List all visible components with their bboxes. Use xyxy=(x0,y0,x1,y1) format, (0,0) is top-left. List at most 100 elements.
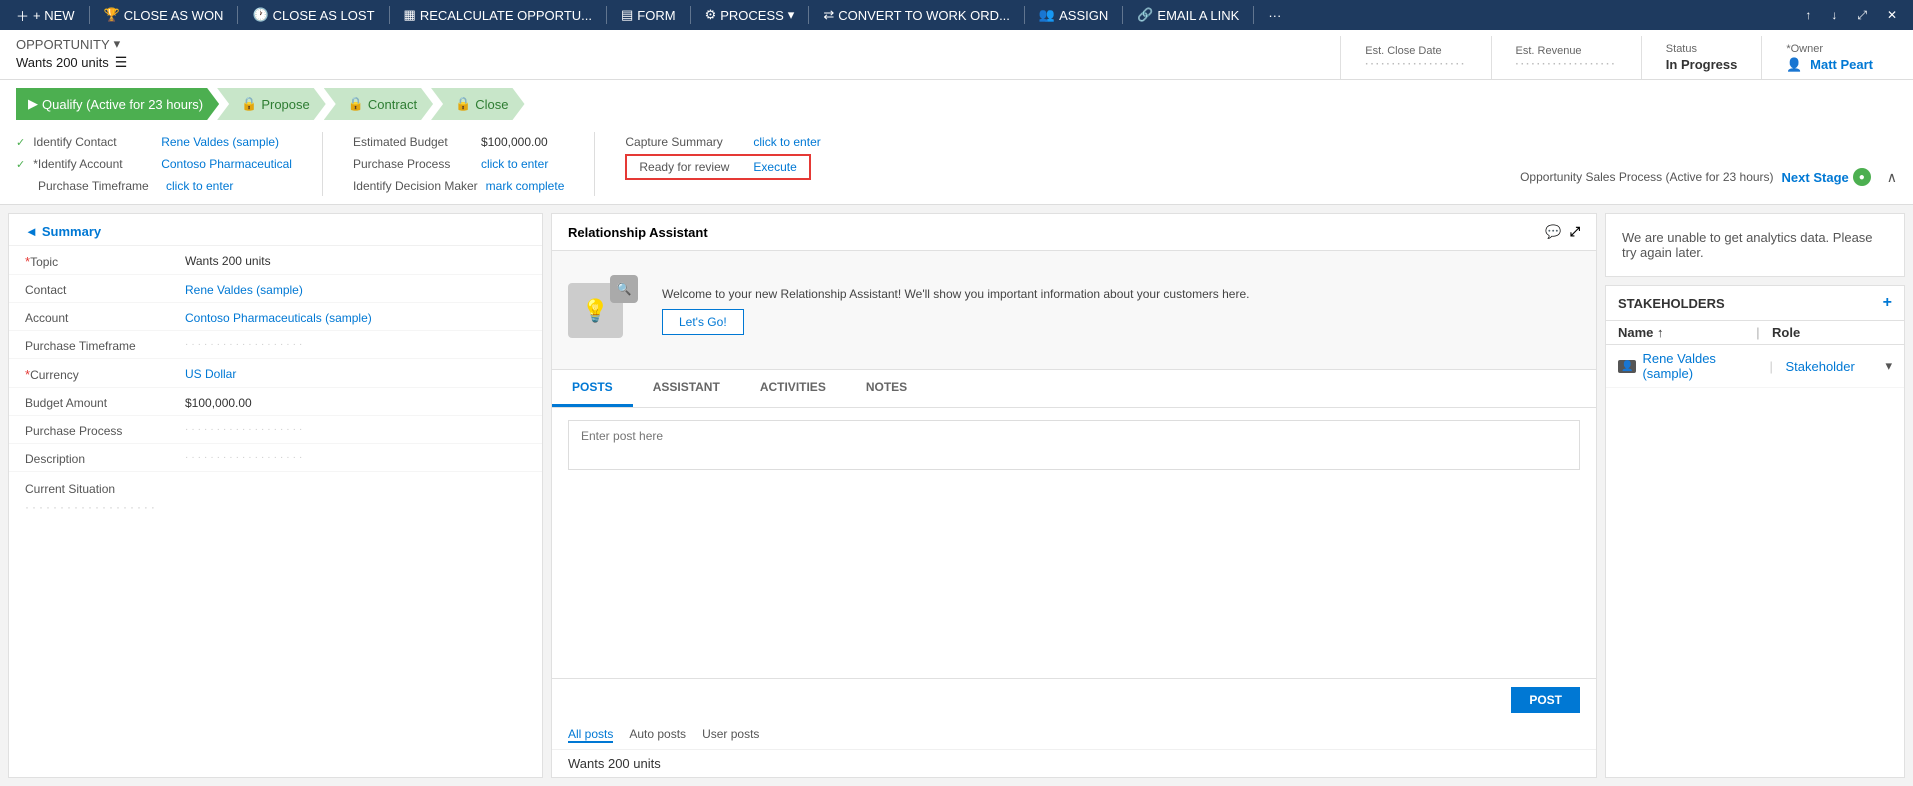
email-link-button[interactable]: 🔗 EMAIL A LINK xyxy=(1129,0,1247,30)
form-row-contact: Contact Rene Valdes (sample) xyxy=(9,275,542,303)
expand-icon[interactable]: ⤢ xyxy=(1570,224,1580,240)
close-as-won-button[interactable]: 🏆 CLOSE AS WON xyxy=(96,0,232,30)
chevron-left-icon: ◄ xyxy=(25,224,38,239)
collapse-button[interactable]: ∧ xyxy=(1887,169,1897,186)
form-row-description: Description ··················· xyxy=(9,444,542,472)
stage-row-ready-review: Ready for review Execute xyxy=(625,154,820,180)
assistant-small-icon: 🔍 xyxy=(610,275,638,303)
flag-icon: ▶ xyxy=(28,96,38,112)
post-input[interactable] xyxy=(568,420,1580,470)
entity-label: OPPORTUNITY ▾ xyxy=(16,36,1340,52)
toolbar-separator-3 xyxy=(389,6,390,24)
main-content: ◄ Summary *Topic Wants 200 units Contact… xyxy=(0,205,1913,778)
link-icon: 🔗 xyxy=(1137,7,1153,23)
convert-button[interactable]: ⇄ CONVERT TO WORK ORD... xyxy=(815,0,1018,30)
add-stakeholder-button[interactable]: + xyxy=(1883,294,1892,312)
name-col-header[interactable]: Name ↑ xyxy=(1618,325,1756,340)
toolbar-separator-9 xyxy=(1253,6,1254,24)
record-header: OPPORTUNITY ▾ Wants 200 units ☰ Est. Clo… xyxy=(0,30,1913,80)
form-row-purchase-timeframe: Purchase Timeframe ··················· xyxy=(9,331,542,359)
stage-row-identify-contact: ✓ Identify Contact Rene Valdes (sample) xyxy=(16,132,292,152)
stage-contract[interactable]: 🔒 Contract xyxy=(324,88,433,120)
filter-all-posts[interactable]: All posts xyxy=(568,727,613,743)
process-button[interactable]: ⚙ PROCESS ▾ xyxy=(697,0,803,30)
stakeholder-name-cell: 👤 Rene Valdes (sample) xyxy=(1618,351,1769,381)
stage-row-est-budget: Estimated Budget $100,000.00 xyxy=(353,132,564,152)
recalculate-button[interactable]: ▦ RECALCULATE OPPORTU... xyxy=(396,0,600,30)
form-icon: ▤ xyxy=(621,7,633,23)
ready-for-review-box: Ready for review Execute xyxy=(625,154,810,180)
stakeholder-name[interactable]: Rene Valdes (sample) xyxy=(1642,351,1769,381)
left-panel: ◄ Summary *Topic Wants 200 units Contact… xyxy=(8,213,543,778)
stage-row-purchase-process: Purchase Process click to enter xyxy=(353,154,564,174)
tab-activities[interactable]: ACTIVITIES xyxy=(740,370,846,407)
process-icon: ⚙ xyxy=(705,7,717,23)
summary-section-title: ◄ Summary xyxy=(9,214,542,246)
status-field: Status In Progress xyxy=(1641,36,1762,79)
relationship-assistant-body: 💡 🔍 Welcome to your new Relationship Ass… xyxy=(552,251,1596,370)
expand-button[interactable]: ⤢ xyxy=(1849,6,1875,25)
person-icon: 👤 xyxy=(1618,360,1636,373)
lets-go-button[interactable]: Let's Go! xyxy=(662,309,744,335)
stakeholder-role-cell: Stakeholder xyxy=(1785,359,1885,374)
assistant-text-area: Welcome to your new Relationship Assista… xyxy=(662,285,1580,335)
toolbar-separator-7 xyxy=(1024,6,1025,24)
assistant-icon-area: 💡 🔍 xyxy=(568,275,638,345)
post-button[interactable]: POST xyxy=(1511,687,1580,713)
tab-posts[interactable]: POSTS xyxy=(552,370,633,407)
est-revenue-field: Est. Revenue ··················· xyxy=(1491,36,1641,79)
posts-filter-row: All posts Auto posts User posts xyxy=(552,721,1596,750)
post-btn-row: POST xyxy=(552,679,1596,721)
stage-col-2: Estimated Budget $100,000.00 Purchase Pr… xyxy=(322,132,594,196)
toolbar-separator-8 xyxy=(1122,6,1123,24)
row-dropdown-icon[interactable]: ▾ xyxy=(1885,358,1892,374)
stage-qualify[interactable]: ▶ Qualify (Active for 23 hours) xyxy=(16,88,219,120)
next-stage-button[interactable]: Next Stage ● xyxy=(1782,168,1871,186)
role-col-header[interactable]: Role xyxy=(1772,325,1872,340)
stage-bar: ▶ Qualify (Active for 23 hours) 🔒 Propos… xyxy=(16,88,1897,120)
down-button[interactable]: ↓ xyxy=(1823,6,1845,24)
posts-preview: Wants 200 units xyxy=(552,750,1596,777)
execute-button[interactable]: Execute xyxy=(753,160,796,174)
stage-col-1: ✓ Identify Contact Rene Valdes (sample) … xyxy=(16,132,322,196)
menu-icon[interactable]: ☰ xyxy=(115,54,128,71)
close-window-button[interactable]: ✕ xyxy=(1879,6,1905,24)
more-button[interactable]: ··· xyxy=(1260,0,1289,30)
tab-notes[interactable]: NOTES xyxy=(846,370,927,407)
form-row-currency: *Currency US Dollar xyxy=(9,359,542,388)
stage-propose[interactable]: 🔒 Propose xyxy=(217,88,326,120)
stakeholder-row: 👤 Rene Valdes (sample) | Stakeholder ▾ xyxy=(1606,345,1904,388)
tab-assistant[interactable]: ASSISTANT xyxy=(633,370,740,407)
assign-button[interactable]: 👥 ASSIGN xyxy=(1031,0,1116,30)
assign-icon: 👥 xyxy=(1039,7,1055,23)
toolbar: ＋ + NEW 🏆 CLOSE AS WON 🕐 CLOSE AS LOST ▦… xyxy=(0,0,1913,30)
stage-row-identify-account: ✓ *Identify Account Contoso Pharmaceutic… xyxy=(16,154,292,174)
relationship-assistant-header: Relationship Assistant 💬 ⤢ xyxy=(552,214,1596,251)
up-button[interactable]: ↑ xyxy=(1797,6,1819,24)
spacer xyxy=(851,132,1520,196)
clock-icon: 🕐 xyxy=(252,7,268,23)
row-separator: | xyxy=(1769,359,1777,374)
filter-auto-posts[interactable]: Auto posts xyxy=(629,727,686,743)
stakeholders-header: STAKEHOLDERS + xyxy=(1606,286,1904,321)
next-stage-row: Opportunity Sales Process (Active for 23… xyxy=(1520,164,1897,192)
stage-close[interactable]: 🔒 Close xyxy=(431,88,524,120)
form-button[interactable]: ▤ FORM xyxy=(613,0,684,30)
chat-icon[interactable]: 💬 xyxy=(1545,224,1561,240)
new-button[interactable]: ＋ + NEW xyxy=(8,0,83,30)
filter-user-posts[interactable]: User posts xyxy=(702,727,759,743)
lock-icon-2: 🔒 xyxy=(348,96,364,112)
chevron-down-icon[interactable]: ▾ xyxy=(114,36,121,52)
recalc-icon: ▦ xyxy=(404,7,416,23)
toolbar-separator xyxy=(89,6,90,24)
owner-field: *Owner 👤 Matt Peart xyxy=(1761,36,1897,79)
close-as-lost-button[interactable]: 🕐 CLOSE AS LOST xyxy=(244,0,382,30)
chevron-down-icon: ▾ xyxy=(788,7,795,23)
right-panel: We are unable to get analytics data. Ple… xyxy=(1605,213,1905,778)
post-input-area xyxy=(552,408,1596,679)
stakeholders-card: STAKEHOLDERS + Name ↑ | Role 👤 Rene Vald… xyxy=(1605,285,1905,778)
lock-icon: 🔒 xyxy=(241,96,257,112)
stage-bar-container: ▶ Qualify (Active for 23 hours) 🔒 Propos… xyxy=(0,80,1913,205)
toolbar-separator-2 xyxy=(237,6,238,24)
header-left: OPPORTUNITY ▾ Wants 200 units ☰ xyxy=(16,36,1340,79)
